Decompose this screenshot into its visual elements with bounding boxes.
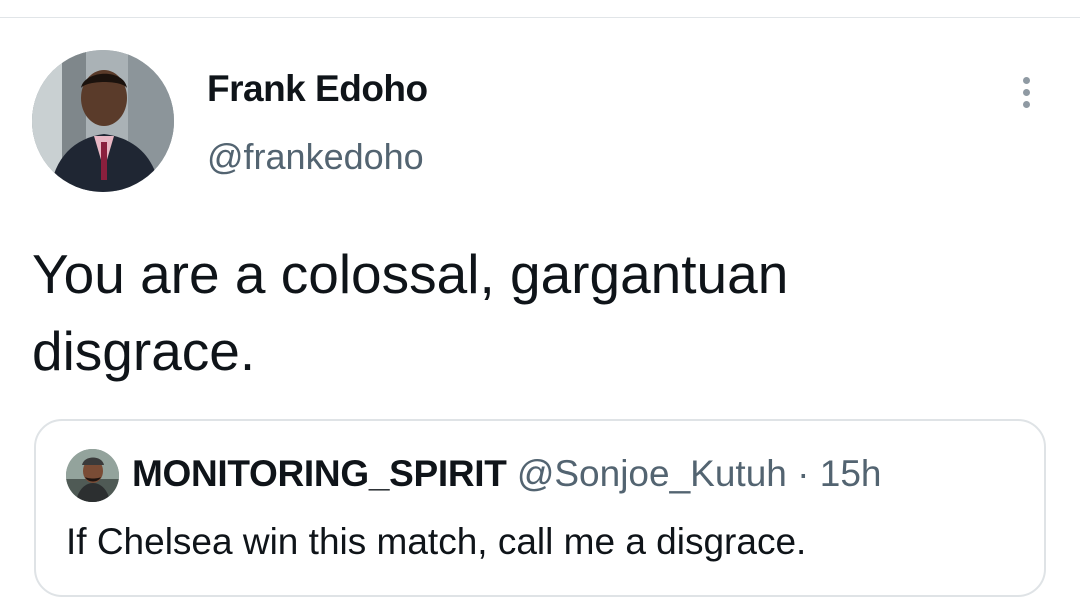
quoted-avatar-image bbox=[66, 449, 119, 502]
quoted-tweet-card[interactable]: MONITORING_SPIRIT @Sonjoe_Kutuh · 15h If… bbox=[34, 419, 1046, 597]
top-divider bbox=[0, 17, 1080, 18]
quoted-timestamp: 15h bbox=[819, 453, 882, 494]
author-avatar[interactable] bbox=[32, 50, 174, 192]
quoted-separator: · bbox=[797, 453, 810, 494]
quoted-author-handle: @Sonjoe_Kutuh bbox=[516, 453, 787, 494]
more-vertical-icon bbox=[1022, 76, 1030, 84]
quoted-author-name: MONITORING_SPIRIT bbox=[132, 453, 507, 494]
more-vertical-icon bbox=[1022, 100, 1030, 108]
author-handle[interactable]: @frankedoho bbox=[207, 136, 424, 178]
more-vertical-icon bbox=[1022, 88, 1030, 96]
quoted-author-avatar bbox=[66, 449, 119, 502]
quoted-tweet-text: If Chelsea win this match, call me a dis… bbox=[66, 521, 807, 562]
tweet-text: You are a colossal, gargantuan disgrace. bbox=[32, 236, 1022, 390]
author-avatar-image bbox=[32, 50, 174, 192]
more-options-button[interactable] bbox=[1008, 70, 1044, 114]
tweet-text-line: You are a colossal, gargantuan bbox=[32, 243, 789, 305]
tweet-text-line: disgrace. bbox=[32, 320, 256, 382]
quoted-tweet-header: MONITORING_SPIRIT @Sonjoe_Kutuh · 15h bbox=[132, 453, 881, 495]
author-name[interactable]: Frank Edoho bbox=[207, 68, 428, 110]
